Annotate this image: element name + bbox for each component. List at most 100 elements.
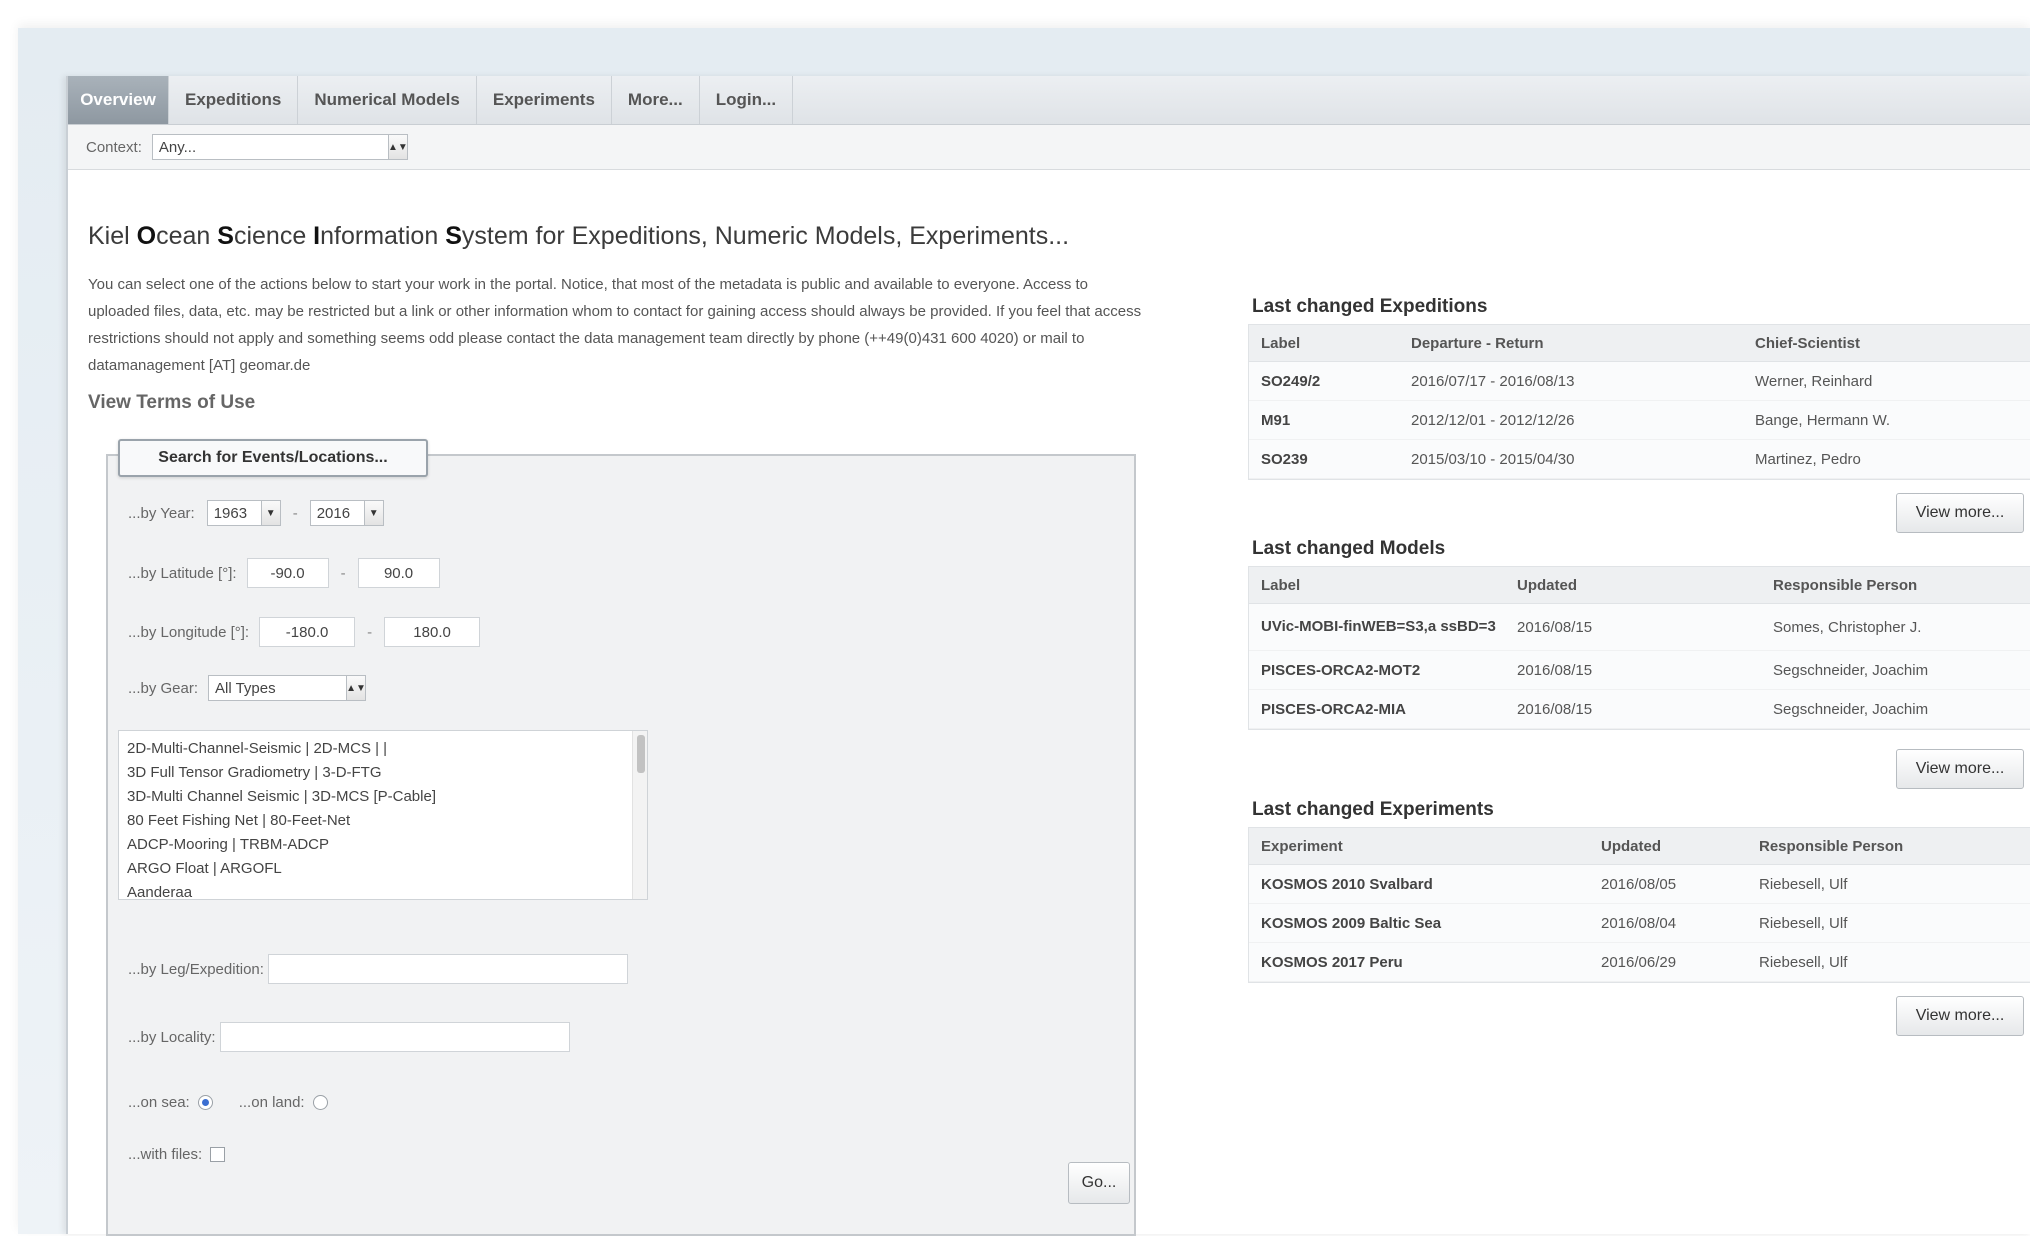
cell-label[interactable]: PISCES-ORCA2-MIA — [1249, 701, 1505, 718]
cell-person: Riebesell, Ulf — [1759, 914, 1848, 932]
year-label: ...by Year: — [128, 504, 195, 522]
table-row[interactable]: SO249/2 2016/07/17 - 2016/08/13 Werner, … — [1249, 362, 2030, 401]
cell-experiment[interactable]: KOSMOS 2017 Peru — [1249, 954, 1589, 971]
longitude-min-input[interactable]: -180.0 — [259, 617, 356, 647]
cell-experiment[interactable]: KOSMOS 2010 Svalbard — [1249, 876, 1589, 893]
longitude-row: ...by Longitude [°]: -180.0 - 180.0 — [128, 617, 481, 647]
locality-input[interactable] — [219, 1022, 570, 1052]
year-row: ...by Year: 1963 ▼ - 2016 ▼ — [128, 500, 384, 526]
with-files-checkbox[interactable] — [210, 1147, 226, 1162]
title-initial: S — [445, 222, 462, 250]
gear-label: ...by Gear: — [128, 679, 199, 697]
cell-updated: 2016/08/15 — [1517, 661, 1593, 679]
tab-expeditions[interactable]: Expeditions — [169, 76, 299, 124]
cell-scientist: Werner, Reinhard — [1755, 372, 1873, 390]
table-row[interactable]: PISCES-ORCA2-MIA 2016/08/15 Segschneider… — [1249, 690, 2030, 729]
cell-updated: 2016/08/15 — [1517, 700, 1593, 718]
on-land-radio[interactable] — [312, 1095, 328, 1110]
table-row[interactable]: PISCES-ORCA2-MOT2 2016/08/15 Segschneide… — [1249, 651, 2030, 690]
tab-experiments[interactable]: Experiments — [477, 76, 612, 124]
tab-numerical-models[interactable]: Numerical Models — [298, 76, 477, 124]
cell-label[interactable]: M91 — [1249, 412, 1399, 429]
gear-list[interactable]: 2D-Multi-Channel-Seismic | 2D-MCS | | 3D… — [118, 730, 648, 901]
cell-updated: 2016/08/04 — [1601, 914, 1677, 932]
column-header: Chief-Scientist — [1755, 334, 1861, 352]
gear-list-item[interactable]: 3D Full Tensor Gradiometry | 3-D-FTG — [127, 761, 639, 785]
expeditions-view-more-button[interactable]: View more... — [1896, 493, 2024, 533]
context-select[interactable]: Any... ▲▼ — [151, 134, 408, 160]
terms-of-use-link[interactable]: View Terms of Use — [88, 392, 255, 414]
gear-list-item[interactable]: ARGO Float | ARGOFL — [127, 857, 639, 881]
cell-person: Somes, Christopher J. — [1773, 618, 1922, 636]
column-header: Label — [1261, 576, 1301, 594]
year-to-value: 2016 — [316, 504, 351, 522]
longitude-max-input[interactable]: 180.0 — [384, 617, 481, 647]
column-header: Responsible Person — [1759, 837, 1904, 855]
cell-experiment[interactable]: KOSMOS 2009 Baltic Sea — [1249, 915, 1589, 932]
year-to-select[interactable]: 2016 ▼ — [309, 500, 384, 526]
locality-row: ...by Locality: — [128, 1022, 570, 1052]
table-header: Label Updated Responsible Person — [1249, 567, 2030, 604]
gear-type-value: All Types — [215, 679, 276, 697]
on-sea-radio[interactable] — [197, 1095, 213, 1110]
title-text: Kiel — [88, 222, 137, 250]
table-row[interactable]: KOSMOS 2010 Svalbard 2016/08/05 Riebesel… — [1249, 865, 2030, 904]
range-dash: - — [292, 504, 298, 522]
cell-person: Riebesell, Ulf — [1759, 953, 1848, 971]
table-row[interactable]: M91 2012/12/01 - 2012/12/26 Bange, Herma… — [1249, 401, 2030, 440]
cell-label[interactable]: PISCES-ORCA2-MOT2 — [1249, 662, 1505, 679]
gear-type-select[interactable]: All Types ▲▼ — [208, 675, 367, 701]
latitude-min-input[interactable]: -90.0 — [246, 558, 329, 588]
models-title: Last changed Models — [1252, 538, 1446, 559]
select-arrow-icon: ▲▼ — [387, 135, 408, 159]
context-label: Context: — [86, 138, 142, 156]
expeditions-title: Last changed Expeditions — [1252, 296, 1488, 317]
year-from-select[interactable]: 1963 ▼ — [206, 500, 281, 526]
cell-scientist: Martinez, Pedro — [1755, 450, 1861, 468]
title-text: cean — [156, 222, 218, 250]
column-header: Updated — [1517, 576, 1577, 594]
table-row[interactable]: KOSMOS 2009 Baltic Sea 2016/08/04 Riebes… — [1249, 904, 2030, 943]
tab-more[interactable]: More... — [612, 76, 700, 124]
gear-list-item[interactable]: Aanderaa — [127, 881, 639, 905]
cell-scientist: Bange, Hermann W. — [1755, 411, 1891, 429]
table-row[interactable]: SO239 2015/03/10 - 2015/04/30 Martinez, … — [1249, 440, 2030, 479]
intro-text: You can select one of the actions below … — [88, 276, 1142, 374]
tab-login[interactable]: Login... — [700, 76, 794, 124]
latitude-max-input[interactable]: 90.0 — [357, 558, 440, 588]
table-row[interactable]: UVic-MOBI-finWEB=S3,a ssBD=3 2016/08/15 … — [1249, 604, 2030, 651]
gear-list-item[interactable]: 80 Feet Fishing Net | 80-Feet-Net — [127, 809, 639, 833]
with-files-row: ...with files: — [128, 1146, 226, 1163]
column-header: Departure - Return — [1411, 334, 1544, 352]
experiments-title: Last changed Experiments — [1252, 799, 1494, 820]
on-sea-label: ...on sea: — [128, 1094, 190, 1111]
cell-person: Segschneider, Joachim — [1773, 661, 1929, 679]
leg-expedition-input[interactable] — [267, 954, 628, 984]
tab-overview[interactable]: Overview — [68, 76, 169, 124]
select-arrow-icon: ▼ — [363, 501, 383, 525]
cell-label[interactable]: SO239 — [1249, 451, 1399, 468]
cell-label[interactable]: UVic-MOBI-finWEB=S3,a ssBD=3 — [1249, 618, 1505, 636]
table-header: Experiment Updated Responsible Person — [1249, 828, 2030, 865]
table-row[interactable]: KOSMOS 2017 Peru 2016/06/29 Riebesell, U… — [1249, 943, 2030, 982]
with-files-label: ...with files: — [128, 1146, 203, 1163]
title-initial: O — [136, 222, 157, 250]
page-title: Kiel Ocean Science Information System fo… — [88, 222, 1069, 251]
expeditions-table: Label Departure - Return Chief-Scientist… — [1248, 324, 2030, 480]
cell-dates: 2015/03/10 - 2015/04/30 — [1411, 450, 1575, 468]
gear-list-item[interactable]: ADCP-Mooring | TRBM-ADCP — [127, 833, 639, 857]
gear-row: ...by Gear: All Types ▲▼ — [128, 675, 367, 701]
gear-list-item[interactable]: 3D-Multi Channel Seismic | 3D-MCS [P-Cab… — [127, 785, 639, 809]
title-text: ystem for Expeditions, Numeric Models, E… — [461, 222, 1070, 250]
cell-person: Riebesell, Ulf — [1759, 875, 1848, 893]
scrollbar-thumb[interactable] — [637, 735, 645, 773]
experiments-view-more-button[interactable]: View more... — [1896, 996, 2024, 1036]
cell-label[interactable]: SO249/2 — [1249, 373, 1399, 390]
go-button[interactable]: Go... — [1068, 1162, 1130, 1204]
gear-list-item[interactable]: 2D-Multi-Channel-Seismic | 2D-MCS | | — [127, 737, 639, 761]
browser-window: Overview Expeditions Numerical Models Ex… — [66, 76, 2030, 1236]
models-view-more-button[interactable]: View more... — [1896, 749, 2024, 789]
search-events-button[interactable]: Search for Events/Locations... — [118, 439, 428, 477]
cell-updated: 2016/08/15 — [1517, 618, 1593, 636]
leg-label: ...by Leg/Expedition: — [128, 960, 264, 978]
